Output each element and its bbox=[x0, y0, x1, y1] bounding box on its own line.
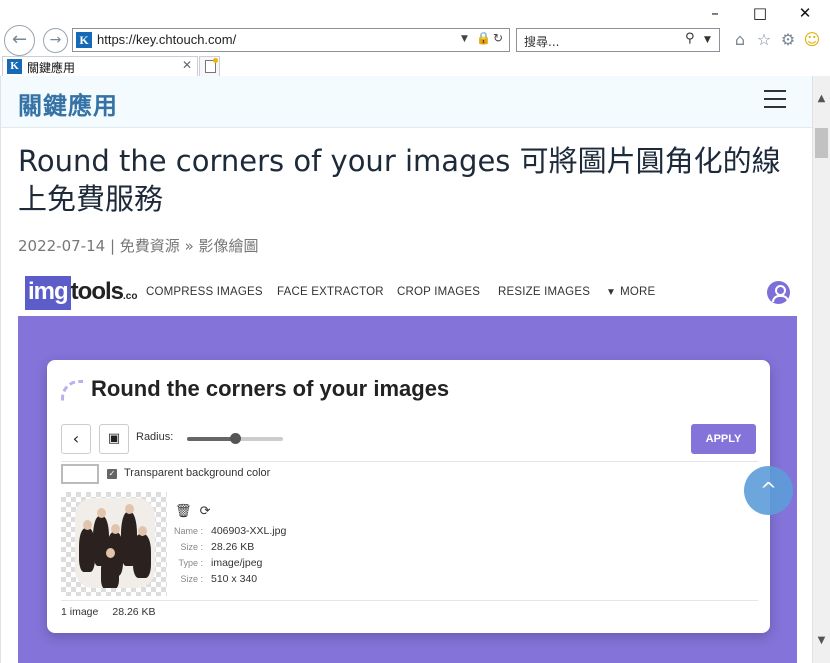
nav-more: ▼ MORE bbox=[606, 286, 656, 298]
imgtools-logo: img tools.co bbox=[25, 276, 137, 310]
card-footer: 1 image 28.26 KB bbox=[61, 606, 156, 618]
file-name: 406903-XXL.jpg bbox=[211, 525, 287, 537]
forward-button[interactable]: → bbox=[43, 28, 68, 53]
image-thumbnail bbox=[61, 492, 167, 596]
trash-icon: 🗑 bbox=[175, 504, 192, 519]
menu-icon[interactable] bbox=[764, 90, 786, 112]
star-icon[interactable]: ☆ bbox=[754, 30, 774, 49]
total-size: 28.26 KB bbox=[112, 606, 156, 618]
scroll-up-icon[interactable]: ▲ bbox=[813, 90, 830, 107]
site-favicon-icon: K bbox=[76, 32, 92, 48]
file-size: 28.26 KB bbox=[211, 541, 255, 553]
refresh-icon[interactable]: ↻ bbox=[493, 31, 503, 45]
smiley-icon[interactable]: ☺ bbox=[802, 30, 822, 49]
article-meta: 2022-07-14 | 免費資源 » 影像繪圖 bbox=[18, 237, 259, 255]
address-bar[interactable]: K https://key.chtouch.com/ ▼ 🔒 ↻ bbox=[72, 28, 510, 52]
group-photo bbox=[75, 498, 155, 588]
article-title: Round the corners of your images 可將圖片圓角化… bbox=[18, 144, 781, 216]
search-icon[interactable]: ⚲ bbox=[685, 31, 695, 46]
color-swatch bbox=[61, 464, 99, 484]
tab-title: 關鍵應用 bbox=[27, 61, 76, 75]
maximize-button[interactable]: □ bbox=[745, 2, 775, 24]
chevron-down-icon[interactable]: ▼ bbox=[461, 34, 468, 44]
caret-down-icon: ▼ bbox=[606, 287, 617, 298]
scroll-thumb[interactable] bbox=[815, 128, 828, 158]
back-arrow-icon: ← bbox=[11, 29, 28, 50]
search-input[interactable]: 搜尋... bbox=[524, 33, 559, 50]
tab-strip: K 關鍵應用 ✕ bbox=[0, 56, 830, 76]
page-viewport: 關鍵應用 Round the corners of your images 可將… bbox=[0, 76, 812, 663]
site-title[interactable]: 關鍵應用 bbox=[18, 86, 118, 121]
nav-resize-images: RESIZE IMAGES bbox=[498, 286, 591, 298]
divider bbox=[61, 461, 758, 462]
rounded-corner-icon bbox=[61, 380, 83, 402]
radius-label: Radius: bbox=[136, 431, 174, 443]
apply-button: APPLY bbox=[691, 424, 756, 454]
search-provider-chevron-icon[interactable]: ▼ bbox=[704, 35, 711, 45]
scroll-down-icon[interactable]: ▼ bbox=[813, 632, 830, 649]
back-chevron-icon: ‹ bbox=[61, 424, 91, 454]
minimize-button[interactable]: – bbox=[700, 2, 730, 24]
back-button[interactable]: ← bbox=[4, 25, 35, 56]
rotate-icon: ⟳ bbox=[199, 504, 211, 519]
footer-divider bbox=[61, 600, 758, 601]
site-header: 關鍵應用 bbox=[1, 76, 812, 128]
nav-compress-images: COMPRESS IMAGES bbox=[146, 286, 263, 298]
nav-face-extractor: FACE EXTRACTOR bbox=[277, 286, 384, 298]
post-date: 2022-07-14 bbox=[18, 237, 106, 255]
file-info: Name :406903-XXL.jpg Size :28.26 KB Type… bbox=[173, 525, 287, 585]
user-icon bbox=[767, 281, 790, 304]
browser-toolbar: ← → K https://key.chtouch.com/ ▼ 🔒 ↻ 搜尋.… bbox=[0, 22, 830, 56]
address-url[interactable]: https://key.chtouch.com/ bbox=[97, 32, 236, 47]
file-type: image/jpeg bbox=[211, 557, 263, 569]
new-tab-icon bbox=[205, 58, 218, 73]
gear-icon[interactable]: ⚙ bbox=[778, 30, 798, 49]
add-image-icon: ▣ bbox=[99, 424, 129, 454]
nav-crop-images: CROP IMAGES bbox=[397, 286, 481, 298]
tab-favicon-icon: K bbox=[7, 59, 22, 74]
lock-icon[interactable]: 🔒 bbox=[476, 31, 491, 45]
card-title: Round the corners of your images bbox=[91, 376, 450, 401]
forward-arrow-icon: → bbox=[49, 32, 62, 48]
image-count: 1 image bbox=[61, 606, 99, 618]
imgtools-navbar: img tools.co COMPRESS IMAGES FACE EXTRACT… bbox=[18, 266, 797, 316]
tool-card: Round the corners of your images ‹ ▣ Rad… bbox=[47, 360, 770, 633]
category-link[interactable]: 免費資源 bbox=[120, 237, 180, 255]
new-tab-button[interactable] bbox=[199, 56, 220, 76]
purple-hero: Round the corners of your images ‹ ▣ Rad… bbox=[18, 316, 797, 663]
slider-knob bbox=[230, 433, 241, 444]
article-screenshot: img tools.co COMPRESS IMAGES FACE EXTRACT… bbox=[18, 266, 797, 663]
checkbox-icon: ✓ bbox=[107, 469, 117, 479]
tab-active[interactable]: K 關鍵應用 ✕ bbox=[2, 56, 198, 76]
subcategory-link[interactable]: 影像繪圖 bbox=[199, 237, 259, 255]
radius-slider bbox=[187, 433, 283, 444]
search-box[interactable]: 搜尋... ⚲ ▼ bbox=[516, 28, 720, 52]
back-to-top-button[interactable]: ^ bbox=[744, 466, 793, 515]
close-window-button[interactable]: ✕ bbox=[790, 2, 820, 24]
file-dimensions: 510 x 340 bbox=[211, 573, 258, 585]
file-actions: 🗑 ⟳ bbox=[175, 504, 211, 519]
page-scrollbar[interactable]: ▲ ▼ bbox=[812, 76, 830, 663]
transparent-bg-label: Transparent background color bbox=[124, 467, 271, 479]
close-tab-icon[interactable]: ✕ bbox=[182, 58, 192, 72]
home-icon[interactable]: ⌂ bbox=[730, 30, 750, 49]
